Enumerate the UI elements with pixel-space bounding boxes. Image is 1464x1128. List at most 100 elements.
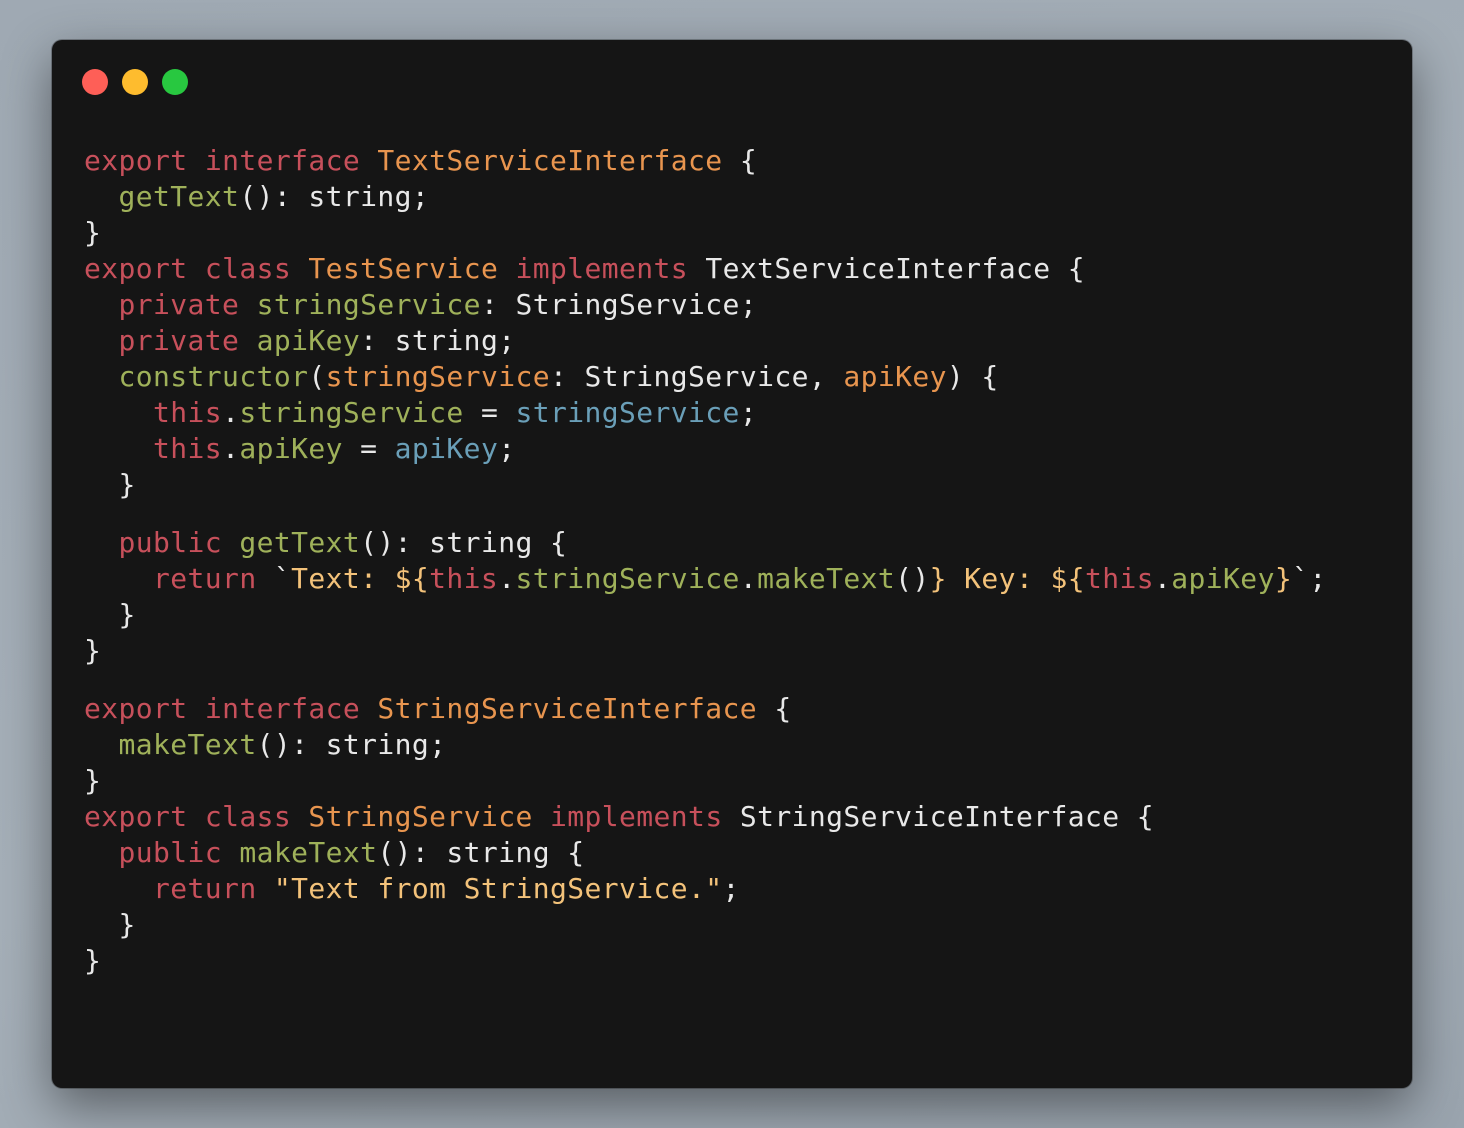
code-token: constructor xyxy=(118,360,309,393)
code-token: export xyxy=(84,800,188,833)
code-token: this xyxy=(429,562,499,595)
window-controls xyxy=(82,69,188,95)
code-token: ` xyxy=(256,562,292,595)
code-token: implements xyxy=(550,800,723,833)
code-token: export xyxy=(84,144,188,177)
code-token: (): string; xyxy=(239,180,430,213)
minimize-button[interactable] xyxy=(122,69,148,95)
code-token: StringServiceInterface xyxy=(377,692,758,725)
code-token: class xyxy=(204,252,292,285)
code-token: makeText xyxy=(757,562,896,595)
code-token: } Key: ${ xyxy=(929,562,1085,595)
code-token: apiKey xyxy=(239,432,343,465)
code-line: private stringService: StringService; xyxy=(84,287,1327,323)
code-token: interface xyxy=(204,692,361,725)
code-line: this.stringService = stringService; xyxy=(84,395,1327,431)
code-token: private xyxy=(118,288,240,321)
code-line: public makeText(): string { xyxy=(84,835,1327,871)
code-token: } xyxy=(84,764,102,797)
code-token: ( xyxy=(308,360,326,393)
code-token: . xyxy=(1154,562,1172,595)
code-token: return xyxy=(153,872,257,905)
code-line: } xyxy=(84,943,1327,979)
code-token: this xyxy=(1084,562,1155,595)
code-line: getText(): string; xyxy=(84,179,1327,215)
code-token: . xyxy=(739,562,758,595)
code-token: } xyxy=(84,634,102,667)
code-token: } xyxy=(1274,562,1293,595)
code-line: constructor(stringService: StringService… xyxy=(84,359,1327,395)
code-token: . xyxy=(498,562,516,595)
code-line: } xyxy=(84,467,1327,503)
code-line: export class StringService implements St… xyxy=(84,799,1327,835)
code-window: export interface TextServiceInterface { … xyxy=(52,40,1412,1088)
code-token: Text: ${ xyxy=(291,562,430,595)
code-token: stringService xyxy=(239,396,464,429)
code-token: = xyxy=(342,432,395,465)
code-line: } xyxy=(84,597,1327,633)
code-token: apiKey xyxy=(1171,562,1275,595)
code-token: { xyxy=(757,692,792,725)
code-line: } xyxy=(84,763,1327,799)
code-token: implements xyxy=(515,252,689,285)
code-token: public xyxy=(118,526,223,559)
maximize-button[interactable] xyxy=(162,69,188,95)
code-token: . xyxy=(222,396,240,429)
code-token: TextServiceInterface xyxy=(377,144,723,177)
code-token: return xyxy=(153,562,257,595)
code-line: private apiKey: string; xyxy=(84,323,1327,359)
code-token: ; xyxy=(739,396,758,429)
code-token: : StringService, xyxy=(549,360,844,393)
code-token: `; xyxy=(1292,562,1327,595)
close-button[interactable] xyxy=(82,69,108,95)
code-token: : string; xyxy=(360,324,516,357)
code-line: } xyxy=(84,215,1327,251)
code-token: public xyxy=(118,836,223,869)
code-token: class xyxy=(204,800,292,833)
code-line: export interface TextServiceInterface { xyxy=(84,143,1327,179)
code-token: () xyxy=(895,562,930,595)
code-token: apiKey xyxy=(394,432,499,465)
code-token: stringService xyxy=(325,360,550,393)
code-token: StringServiceInterface { xyxy=(722,800,1155,833)
code-token: getText xyxy=(118,180,240,213)
code-token: stringService xyxy=(515,562,740,595)
code-token: interface xyxy=(204,144,361,177)
code-line: return `Text: ${this.stringService.makeT… xyxy=(84,561,1327,597)
code-token: (): string { xyxy=(360,526,568,559)
code-token: StringService xyxy=(308,800,533,833)
code-token: { xyxy=(722,144,758,177)
code-token: (): string { xyxy=(377,836,585,869)
code-block: export interface TextServiceInterface { … xyxy=(84,143,1327,979)
code-token: ) { xyxy=(946,360,999,393)
code-token: . xyxy=(222,432,240,465)
code-token: stringService xyxy=(256,288,481,321)
code-token: (): string; xyxy=(256,728,447,761)
code-token: ; xyxy=(722,872,740,905)
